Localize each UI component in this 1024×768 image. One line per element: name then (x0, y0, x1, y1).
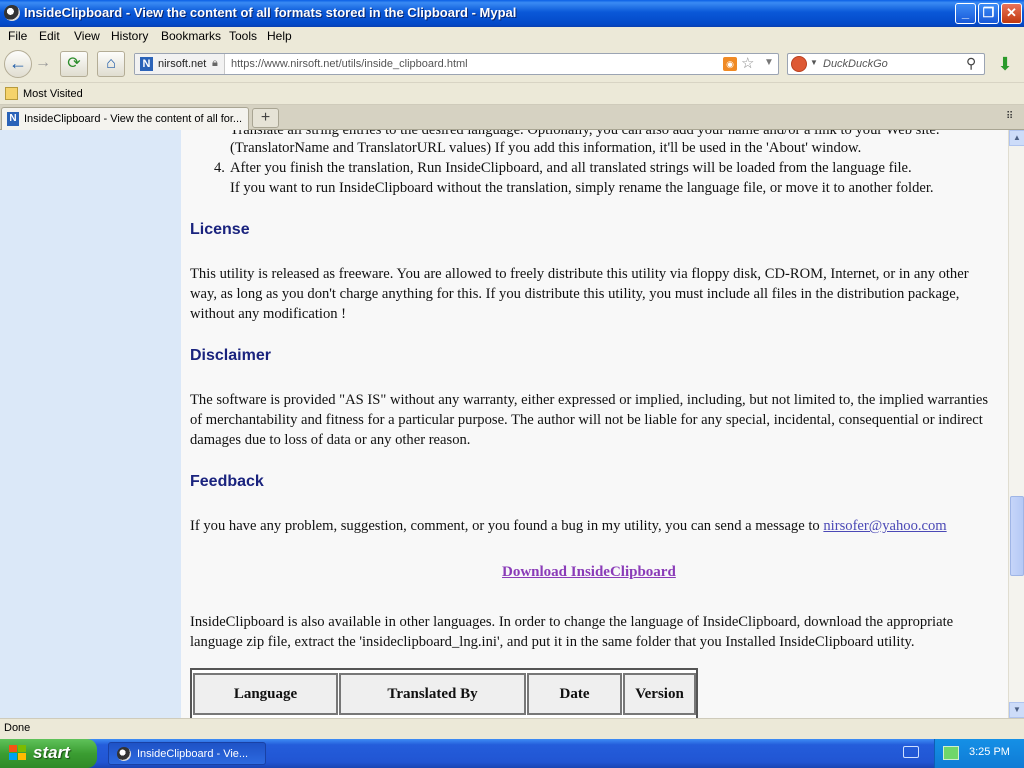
taskbar-item-mypal[interactable]: InsideClipboard - Vie... (108, 742, 266, 765)
status-text: Done (4, 722, 31, 734)
title-bar: InsideClipboard - View the content of al… (0, 0, 1024, 27)
search-engine-dropdown-icon[interactable]: ▼ (810, 58, 818, 67)
bookmarks-toolbar: Most Visited (0, 84, 1024, 105)
table-header-version: Version (623, 673, 696, 715)
url-input[interactable]: https://www.nirsoft.net/utils/inside_cli… (231, 58, 468, 70)
close-button[interactable]: ✕ (1001, 3, 1022, 24)
disclaimer-heading: Disclaimer (190, 347, 271, 364)
page-content: Translate all string entries to the desi… (0, 130, 1008, 718)
tab-bar: N InsideClipboard - View the content of … (0, 105, 1024, 130)
scroll-up-arrow-icon[interactable]: ▲ (1009, 130, 1024, 146)
menu-edit[interactable]: Edit (39, 29, 60, 43)
system-tray: 3:25 PM (934, 739, 1024, 768)
list-item-partial: Translate all string entries to the desi… (230, 130, 940, 138)
feedback-paragraph: If you have any problem, suggestion, com… (190, 516, 990, 536)
site-identity-label: nirsoft.net (158, 58, 207, 70)
duckduckgo-icon[interactable] (791, 56, 807, 72)
taskbar-item-label: InsideClipboard - Vie... (137, 748, 249, 760)
minimize-button[interactable]: _ (955, 3, 976, 24)
start-label: start (33, 743, 70, 762)
left-sidebar-column (0, 130, 181, 718)
network-icon[interactable] (943, 746, 959, 760)
tab-list-button[interactable]: ⠿ (1006, 111, 1013, 122)
windows-logo-icon (9, 745, 27, 762)
list-item-4-number: 4. (214, 160, 225, 176)
list-item-4-line-1: After you finish the translation, Run In… (230, 160, 912, 176)
tab-label: InsideClipboard - View the content of al… (24, 113, 243, 125)
keyboard-icon[interactable] (903, 746, 919, 758)
lock-icon: 🔒︎ (212, 57, 218, 69)
list-item-3-line-2: (TranslatorName and TranslatorURL values… (230, 140, 862, 156)
scrollbar-thumb[interactable] (1010, 496, 1024, 576)
menu-view[interactable]: View (74, 29, 100, 43)
search-bar[interactable]: ▼ DuckDuckGo ⚲ (787, 53, 985, 75)
mypal-app-icon (4, 5, 20, 21)
menu-file[interactable]: File (8, 29, 27, 43)
home-button[interactable]: ⌂ (97, 51, 125, 77)
menu-history[interactable]: History (111, 29, 148, 43)
languages-paragraph: InsideClipboard is also available in oth… (190, 614, 954, 650)
table-header-date: Date (527, 673, 622, 715)
languages-table: Language Translated By Date Version (190, 668, 698, 718)
license-heading: License (190, 221, 250, 238)
tab-insideclipboard[interactable]: N InsideClipboard - View the content of … (1, 107, 249, 130)
vertical-scrollbar[interactable]: ▲ ▼ (1008, 130, 1024, 718)
folder-icon (5, 87, 18, 100)
downloads-button[interactable]: ⬇ (992, 51, 1018, 77)
window-title: InsideClipboard - View the content of al… (24, 5, 517, 20)
back-button[interactable]: ← (4, 50, 32, 78)
feedback-email-link[interactable]: nirsofer@yahoo.com (823, 518, 946, 534)
table-header-language: Language (193, 673, 338, 715)
list-item-4-line-2: If you want to run InsideClipboard witho… (230, 180, 934, 196)
nirsoft-favicon-icon: N (7, 112, 19, 126)
feedback-text: If you have any problem, suggestion, com… (190, 518, 820, 534)
download-insideclipboard-link[interactable]: Download InsideClipboard (502, 564, 676, 581)
maximize-button[interactable]: ❐ (978, 3, 999, 24)
new-tab-button[interactable]: + (252, 108, 279, 128)
license-paragraph: This utility is released as freeware. Yo… (190, 266, 969, 322)
start-button[interactable]: start (0, 739, 97, 768)
rss-feed-icon[interactable]: ◉ (723, 57, 737, 71)
mypal-app-icon (117, 747, 131, 761)
bookmark-most-visited[interactable]: Most Visited (23, 88, 83, 100)
search-input[interactable]: DuckDuckGo (823, 58, 888, 70)
disclaimer-paragraph: The software is provided "AS IS" without… (190, 392, 989, 448)
url-history-dropdown-icon[interactable]: ▼ (764, 57, 774, 68)
forward-button[interactable]: → (32, 51, 54, 77)
taskbar: start InsideClipboard - Vie... 3:25 PM (0, 739, 1024, 768)
site-identity-button[interactable]: N nirsoft.net 🔒︎ (135, 54, 225, 74)
menu-bar: File Edit View History Bookmarks Tools H… (0, 27, 1024, 46)
clock[interactable]: 3:25 PM (969, 746, 1010, 758)
status-bar: Done (0, 718, 1024, 739)
menu-tools[interactable]: Tools (229, 29, 257, 43)
scroll-down-arrow-icon[interactable]: ▼ (1009, 702, 1024, 718)
url-bar[interactable]: N nirsoft.net 🔒︎ https://www.nirsoft.net… (134, 53, 779, 75)
navigation-toolbar: ← → ⟳ ⌂ N nirsoft.net 🔒︎ https://www.nir… (0, 46, 1024, 83)
search-icon[interactable]: ⚲ (966, 55, 976, 72)
feedback-heading: Feedback (190, 473, 264, 490)
bookmark-star-icon[interactable]: ☆ (741, 54, 754, 72)
table-header-translated-by: Translated By (339, 673, 526, 715)
menu-bookmarks[interactable]: Bookmarks (161, 29, 221, 43)
nirsoft-favicon-icon: N (140, 57, 153, 71)
reload-button[interactable]: ⟳ (60, 51, 88, 77)
menu-help[interactable]: Help (267, 29, 292, 43)
